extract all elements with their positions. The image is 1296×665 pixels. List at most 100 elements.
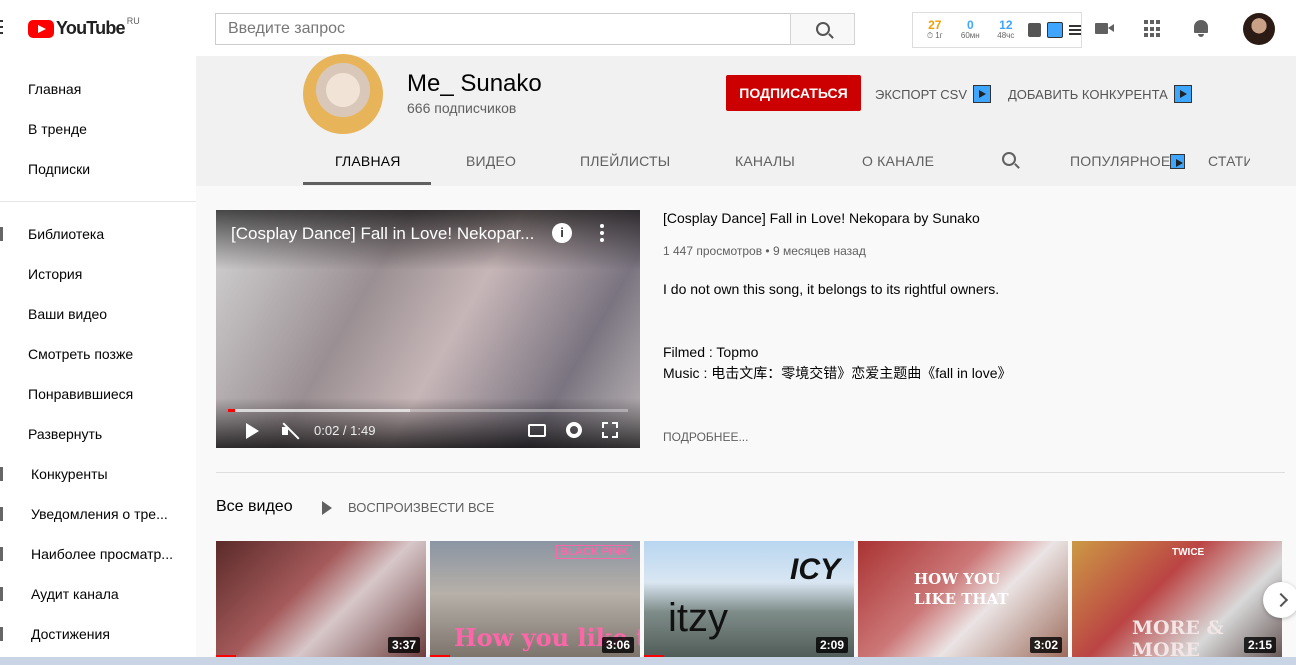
tab-channels[interactable]: КАНАЛЫ (735, 153, 795, 169)
sidebar-item-label: В тренде (28, 121, 87, 137)
sidebar-item-achievements[interactable]: Достижения (0, 614, 196, 654)
sidebar-item-label: Конкуренты (31, 466, 108, 482)
sidebar-item-label: Наиболее просматр... (31, 546, 173, 562)
menu-icon[interactable] (0, 20, 4, 34)
sidebar-item-library[interactable]: Библиотека (0, 214, 196, 254)
create-video-icon[interactable] (1095, 20, 1115, 36)
featured-video-player[interactable]: [Cosplay Dance] Fall in Love! Nekopar...… (216, 210, 640, 448)
account-avatar[interactable] (1243, 13, 1275, 45)
sidebar-item-competitors[interactable]: Конкуренты (0, 454, 196, 494)
logo-text: YouTube (56, 18, 126, 38)
sidebar-item-label: Развернуть (28, 426, 103, 442)
video-thumbnail[interactable]: TWICE MORE & MORE 2:15 (1072, 541, 1282, 659)
sidebar-item-home[interactable]: Главная (0, 69, 196, 109)
video-thumbnail[interactable]: 3:37 (216, 541, 426, 659)
description-line: I do not own this song, it belongs to it… (663, 281, 1000, 297)
search-input[interactable] (215, 13, 790, 45)
progress-bar[interactable] (228, 409, 628, 412)
sidebar-item-channel-audit[interactable]: Аудит канала (0, 574, 196, 614)
sidebar-item-your-videos[interactable]: Ваши видео (0, 294, 196, 334)
thumbnail-overlay-text: itzy (668, 596, 728, 640)
section-divider (216, 472, 1285, 473)
sidebar-item-expand[interactable]: Развернуть (0, 414, 196, 454)
description-line: Music : 电击文库：零境交错》恋爱主题曲《fall in love》 (663, 365, 1012, 381)
tab-playlists[interactable]: ПЛЕЙЛИСТЫ (580, 153, 670, 169)
description-line: Filmed : Topmo (663, 344, 759, 360)
video-thumbnail[interactable]: BLACK PINK How you like tha 3:06 (430, 541, 640, 659)
play-icon[interactable] (246, 423, 259, 439)
duration-badge: 3:37 (387, 637, 420, 653)
read-more-link[interactable]: ПОДРОБНЕЕ... (663, 430, 748, 444)
stat-value: 27 (928, 18, 942, 32)
subscribe-button[interactable]: ПОДПИСАТЬСЯ (726, 75, 861, 111)
channel-name: Me_ Sunako (407, 70, 542, 97)
export-csv-button[interactable]: ЭКСПОРТ CSV (875, 85, 991, 103)
sidebar-item-liked[interactable]: Понравившиеся (0, 374, 196, 414)
vidiq-icon (1173, 85, 1192, 103)
settings-gear-icon[interactable] (566, 422, 582, 438)
subtitles-icon[interactable] (528, 424, 546, 437)
vidiq-icon[interactable] (1047, 22, 1064, 38)
video-thumbnail[interactable]: HOW YOU LIKE THAT 3:02 (858, 541, 1068, 659)
featured-video-title[interactable]: [Cosplay Dance] Fall in Love! Nekopara b… (663, 210, 980, 226)
shelf-next-arrow-icon[interactable] (1263, 582, 1296, 618)
channel-avatar[interactable] (303, 54, 383, 134)
thumbnail-overlay-text: HOW YOU LIKE THAT (914, 570, 1009, 608)
info-icon[interactable]: i (552, 223, 572, 243)
duration-badge: 3:06 (601, 637, 634, 653)
video-thumbnail[interactable]: ICY itzy 2:09 (644, 541, 854, 659)
tab-home[interactable]: ГЛАВНАЯ (335, 153, 401, 169)
more-options-icon[interactable] (600, 224, 604, 245)
sidebar: Главная В тренде Подписки Библиотека Ист… (0, 56, 196, 665)
tab-videos[interactable]: ВИДЕО (466, 153, 516, 169)
duration-badge: 3:02 (1029, 637, 1062, 653)
sidebar-item-label: Аудит канала (31, 586, 119, 602)
search-button[interactable] (790, 13, 855, 45)
search-bar (215, 13, 855, 45)
duration-badge: 2:09 (815, 637, 848, 653)
play-icon (322, 500, 332, 515)
sidebar-item-label: Ваши видео (28, 306, 108, 322)
sidebar-item-label: Смотреть позже (28, 346, 134, 362)
player-title[interactable]: [Cosplay Dance] Fall in Love! Nekopar... (231, 224, 551, 244)
player-time: 0:02 / 1:49 (314, 423, 376, 438)
export-csv-label: ЭКСПОРТ CSV (875, 86, 967, 102)
apps-icon[interactable] (1144, 20, 1162, 38)
sidebar-item-label: Главная (28, 81, 82, 97)
stat-label: ⏱ 1г (926, 31, 943, 40)
sidebar-item-trend-alerts[interactable]: Уведомления о тре... (0, 494, 196, 534)
vidiq-icon (972, 85, 991, 103)
play-all-button[interactable]: ВОСПРОИЗВЕСТИ ВСЕ (322, 500, 494, 515)
sidebar-item-label: История (28, 266, 83, 282)
muted-volume-icon[interactable] (282, 422, 300, 440)
youtube-logo[interactable]: YouTube RU (28, 16, 140, 39)
add-competitor-button[interactable]: ДОБАВИТЬ КОНКУРЕНТА (1008, 85, 1192, 103)
sidebar-item-watch-later[interactable]: Смотреть позже (0, 334, 196, 374)
tab-about[interactable]: О КАНАЛЕ (862, 153, 934, 169)
thumbnail-badge: ICY (789, 553, 840, 586)
sidebar-item-most-viewed[interactable]: Наиболее просматр... (0, 534, 196, 574)
all-videos-heading[interactable]: Все видео (216, 498, 293, 516)
notifications-bell-icon[interactable] (1192, 18, 1210, 38)
sidebar-item-history[interactable]: История (0, 254, 196, 294)
sidebar-item-label: Уведомления о тре... (31, 506, 168, 522)
stat-value: 12 (999, 18, 1013, 32)
sidebar-item-trending[interactable]: В тренде (0, 109, 196, 149)
sidebar-item-subscriptions[interactable]: Подписки (0, 149, 196, 189)
thumbnail-badge: BLACK PINK (556, 545, 632, 559)
list-icon[interactable] (1069, 23, 1082, 37)
tab-stats[interactable]: СТАТИ (1208, 153, 1250, 169)
add-competitor-label: ДОБАВИТЬ КОНКУРЕНТА (1008, 86, 1168, 102)
vidiq-icon (1170, 153, 1186, 169)
stat-label: 60мн (960, 31, 980, 40)
active-tab-indicator (303, 182, 431, 185)
subscriber-count: 666 подписчиков (407, 100, 517, 116)
vidiq-stats-widget[interactable]: 27 ⏱ 1г 0 60мн 12 48чс (912, 12, 1082, 48)
tab-popular[interactable]: ПОПУЛЯРНОЕ (1070, 153, 1186, 169)
fullscreen-icon[interactable] (602, 422, 618, 438)
video-shelf: 3:37 BLACK PINK How you like tha 3:06 IC… (216, 541, 1282, 659)
sidebar-item-label: Понравившиеся (28, 386, 134, 402)
chart-icon[interactable] (1027, 23, 1042, 37)
channel-search-icon[interactable] (1002, 152, 1016, 166)
search-icon (815, 22, 830, 36)
